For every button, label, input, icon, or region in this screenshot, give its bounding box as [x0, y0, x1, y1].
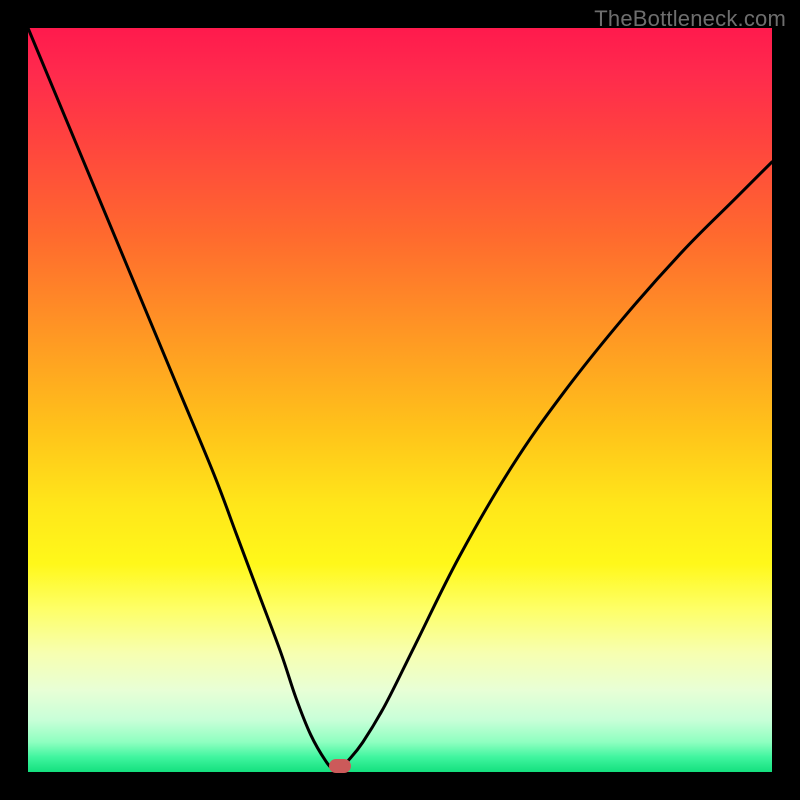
chart-frame: TheBottleneck.com: [0, 0, 800, 800]
bottleneck-curve: [28, 28, 772, 772]
minimum-marker: [329, 759, 351, 773]
plot-area: [28, 28, 772, 772]
watermark-text: TheBottleneck.com: [594, 6, 786, 32]
